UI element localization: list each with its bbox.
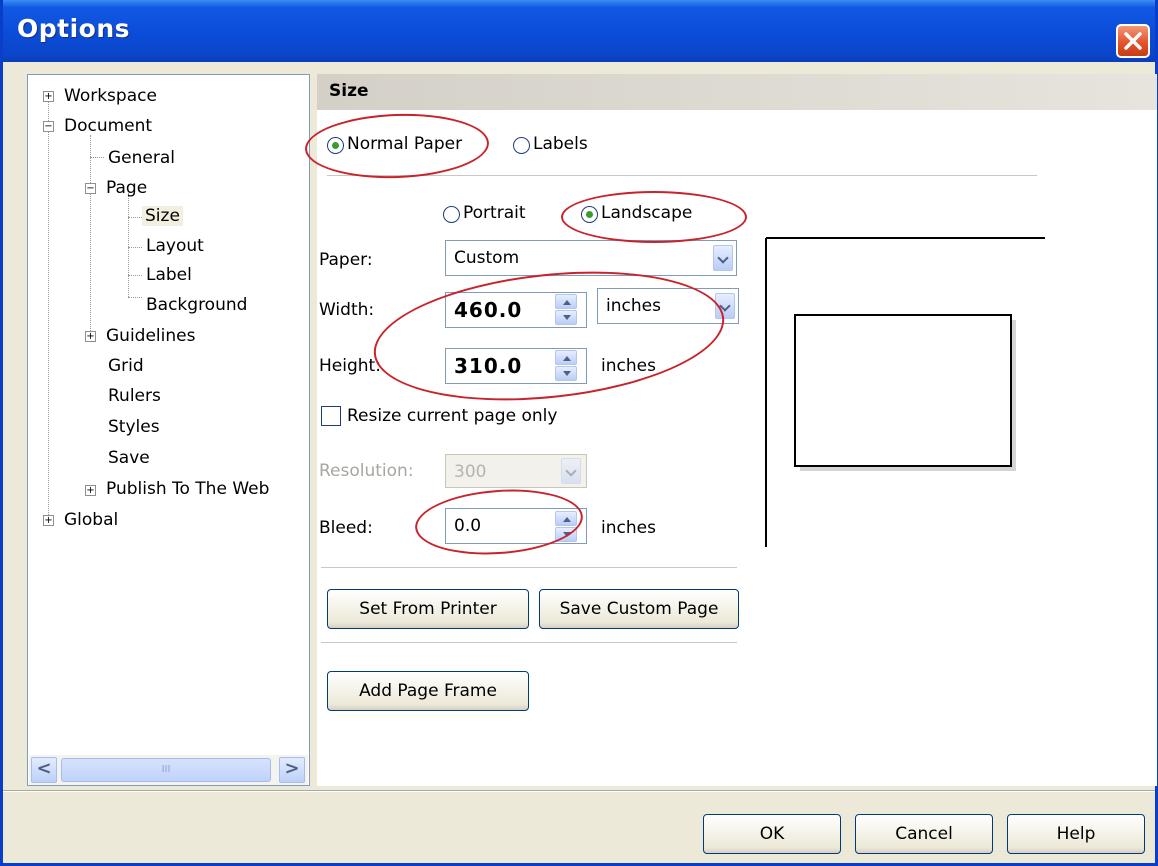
bleed-input-value: 0.0	[454, 516, 482, 536]
height-input-value: 310.0	[454, 354, 523, 378]
chevron-down-icon[interactable]	[715, 293, 735, 319]
tree-item-rulers[interactable]: Rulers	[108, 385, 161, 407]
resize-current-page-label[interactable]: Resize current page only	[347, 406, 557, 426]
tree-item-grid[interactable]: Grid	[108, 355, 144, 377]
tree-item-guidelines[interactable]: Guidelines	[106, 325, 195, 347]
spin-down-icon[interactable]	[555, 310, 577, 325]
tree-item-save[interactable]: Save	[108, 447, 150, 469]
height-unit: inches	[601, 356, 656, 376]
divider	[327, 175, 1037, 177]
tree-item-styles[interactable]: Styles	[108, 416, 160, 438]
tree-item-general[interactable]: General	[108, 147, 175, 169]
width-spinner[interactable]	[555, 294, 577, 326]
tree-item-background[interactable]: Background	[146, 294, 247, 316]
tree-item-global[interactable]: Global	[64, 509, 118, 531]
tree-item-layout[interactable]: Layout	[146, 235, 204, 257]
resolution-label: Resolution:	[319, 461, 414, 481]
set-from-printer-button[interactable]: Set From Printer	[327, 589, 529, 629]
scroll-thumb[interactable]: III	[61, 758, 271, 782]
help-button[interactable]: Help	[1007, 814, 1145, 854]
chevron-down-icon[interactable]	[713, 245, 733, 271]
spin-down-icon[interactable]	[555, 366, 577, 381]
tree-item-label[interactable]: Label	[146, 264, 192, 286]
normal-paper-label[interactable]: Normal Paper	[347, 134, 462, 154]
expand-icon[interactable]: +	[85, 485, 96, 496]
tree-item-publish-to-the-web[interactable]: Publish To The Web	[106, 478, 269, 500]
portrait-radio[interactable]	[443, 206, 460, 223]
close-button[interactable]	[1116, 24, 1150, 58]
page-preview-graphic	[765, 237, 1045, 547]
width-unit-value: inches	[606, 296, 661, 316]
landscape-label[interactable]: Landscape	[601, 203, 692, 223]
collapse-icon[interactable]: −	[85, 183, 96, 194]
size-panel: Size Normal Paper Labels Portrait Landsc…	[303, 74, 1157, 786]
scroll-right-button[interactable]: >	[279, 757, 305, 783]
tree-item-size[interactable]: Size	[142, 205, 183, 227]
panel-header: Size	[317, 74, 1157, 110]
window-title: Options	[17, 14, 131, 43]
options-tree[interactable]: + Workspace − Document General − Page Si…	[27, 74, 310, 786]
spin-up-icon[interactable]	[555, 511, 577, 526]
expand-icon[interactable]: +	[85, 331, 96, 342]
height-spinner[interactable]	[555, 350, 577, 382]
bleed-spinner[interactable]	[555, 511, 577, 543]
labels-label[interactable]: Labels	[533, 134, 588, 154]
scroll-left-button[interactable]: <	[31, 757, 57, 783]
page-preview	[765, 237, 1045, 547]
height-label: Height:	[319, 356, 381, 376]
portrait-label[interactable]: Portrait	[463, 203, 526, 223]
width-label: Width:	[319, 300, 375, 320]
tree-horizontal-scrollbar[interactable]: < III >	[29, 755, 308, 785]
save-custom-page-button[interactable]: Save Custom Page	[539, 589, 739, 629]
bleed-label: Bleed:	[319, 518, 373, 538]
bleed-unit: inches	[601, 518, 656, 538]
divider	[321, 642, 737, 644]
ok-button[interactable]: OK	[703, 814, 841, 854]
collapse-icon[interactable]: −	[43, 121, 54, 132]
tree-item-workspace[interactable]: Workspace	[64, 85, 157, 107]
paper-select-value: Custom	[454, 248, 520, 268]
tree-item-document[interactable]: Document	[64, 115, 152, 137]
highlight-ellipse	[367, 255, 731, 417]
tree-item-page[interactable]: Page	[106, 177, 147, 199]
resize-current-page-checkbox[interactable]	[321, 406, 341, 426]
panel-title: Size	[329, 81, 369, 101]
chevron-down-icon	[561, 458, 581, 484]
paper-select[interactable]: Custom	[445, 240, 737, 276]
expand-icon[interactable]: +	[43, 91, 54, 102]
expand-icon[interactable]: +	[43, 515, 54, 526]
footer-divider	[3, 790, 1155, 792]
spin-up-icon[interactable]	[555, 294, 577, 309]
close-icon	[1124, 32, 1142, 50]
add-page-frame-button[interactable]: Add Page Frame	[327, 671, 529, 711]
cancel-button[interactable]: Cancel	[855, 814, 993, 854]
paper-label: Paper:	[319, 250, 373, 270]
width-input-value: 460.0	[454, 298, 523, 322]
labels-radio[interactable]	[513, 137, 530, 154]
divider	[321, 567, 737, 569]
normal-paper-radio[interactable]	[327, 137, 344, 154]
resolution-value: 300	[454, 462, 487, 482]
title-bar[interactable]: Options	[3, 0, 1155, 62]
spin-down-icon[interactable]	[555, 527, 577, 542]
options-dialog: Options + Workspace − Document General −…	[0, 0, 1158, 866]
landscape-radio[interactable]	[581, 206, 598, 223]
spin-up-icon[interactable]	[555, 350, 577, 365]
